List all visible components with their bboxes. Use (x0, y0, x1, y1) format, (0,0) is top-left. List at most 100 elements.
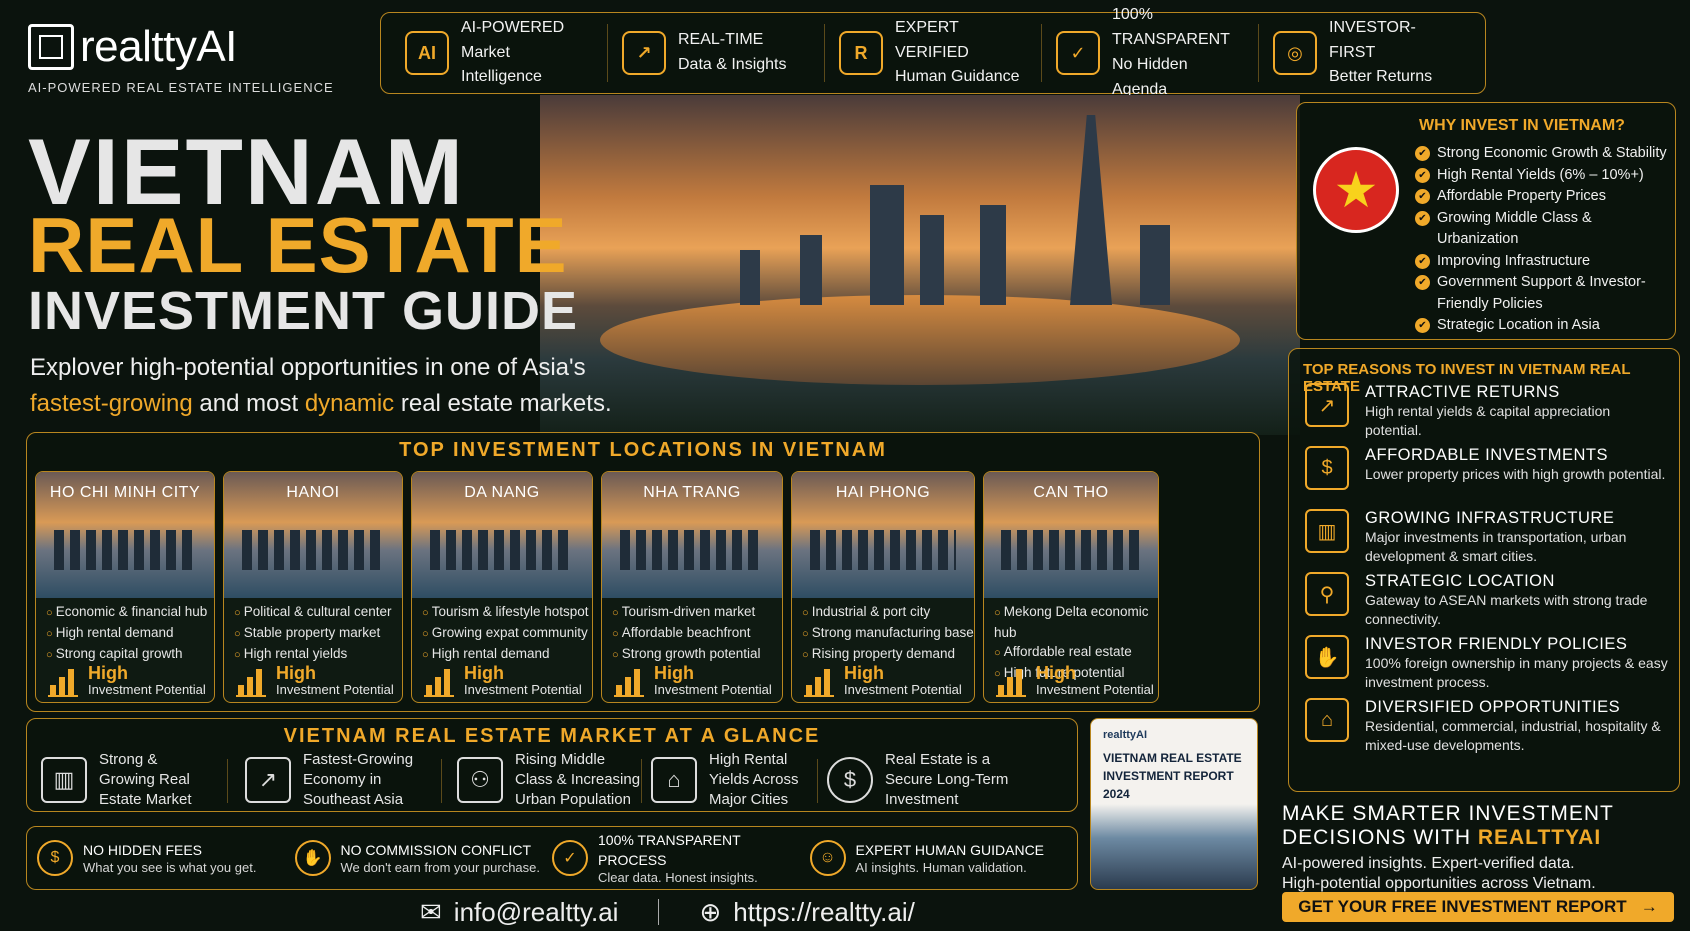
reason-head: STRATEGIC LOCATION (1365, 572, 1555, 590)
glance-item: ▥ Strong & Growing Real Estate Market (41, 751, 221, 808)
globe-icon: ⊕ (699, 896, 722, 927)
glance-title: VIETNAM REAL ESTATE MARKET AT A GLANCE (283, 725, 821, 747)
city-point: Industrial & port city (802, 602, 974, 623)
glance-panel: VIETNAM REAL ESTATE MARKET AT A GLANCE ▥… (26, 718, 1078, 812)
feature-subtitle: Market Intelligence (461, 43, 542, 86)
city-point: Tourism & lifestyle hotspot (422, 602, 589, 623)
city-point: Rising property demand (802, 644, 974, 665)
why-item: Strong Economic Growth & Stability (1415, 143, 1675, 165)
reason-head: INVESTOR FRIENDLY POLICIES (1365, 635, 1628, 653)
city-points: Economic & financial hubHigh rental dema… (46, 602, 208, 665)
shield-check-icon: ✓ (552, 840, 588, 876)
dollar-icon: $ (827, 757, 873, 803)
city-points: Tourism-driven marketAffordable beachfro… (612, 602, 761, 665)
buildings-icon: ▥ (1305, 509, 1349, 553)
growth-chart-icon (48, 667, 78, 697)
smart-subtext: AI-powered insights. Expert-verified dat… (1282, 855, 1596, 893)
house-icon: ⌂ (1305, 698, 1349, 742)
city-name: NHA TRANG (643, 484, 741, 501)
handshake-icon: ✋ (294, 840, 331, 876)
report-title: VIETNAM REAL ESTATE INVESTMENT REPORT 20… (1103, 751, 1242, 801)
potential: High Investment Potential (614, 664, 772, 697)
why-item: High Rental Yields (6% – 10%+) (1415, 165, 1675, 187)
ai-chip-icon (28, 24, 74, 70)
reason-desc: Gateway to ASEAN markets with strong tra… (1365, 592, 1648, 627)
city-name: CAN THO (1033, 484, 1109, 501)
title-investment-guide: INVESTMENT GUIDE (28, 281, 579, 341)
brand-tagline: AI-POWERED REAL ESTATE INTELLIGENCE (28, 80, 334, 95)
feature-subtitle: Better Returns (1329, 68, 1433, 86)
reason-head: AFFORDABLE INVESTMENTS (1365, 446, 1608, 464)
location-card[interactable]: HAI PHONG Industrial & port cityStrong ma… (791, 471, 975, 703)
ai-chip-icon: AI (405, 31, 449, 75)
city-point: Strong manufacturing base (802, 623, 974, 644)
location-card[interactable]: HANOI Political & cultural centerStable p… (223, 471, 403, 703)
feature-realtime: ↗ REAL-TIME Data & Insights (608, 24, 825, 82)
shield-check-icon: ✓ (1056, 31, 1100, 75)
city-point: Growing expat community (422, 623, 589, 644)
website-link[interactable]: https://realtty.ai/ (733, 897, 915, 928)
city-point: Political & cultural center (234, 602, 392, 623)
brand-name: realttyAI (80, 22, 237, 71)
feature-investor: ◎ INVESTOR-FIRST Better Returns (1259, 19, 1475, 85)
potential: High Investment Potential (804, 664, 962, 697)
potential: High Investment Potential (236, 664, 394, 697)
potential-label: Investment Potential (464, 682, 582, 697)
footer: ✉ info@realtty.ai ⊕ https://realtty.ai/ (420, 895, 1220, 929)
smart-decisions-block: MAKE SMARTER INVESTMENT DECISIONS WITH RE… (1282, 802, 1682, 892)
potential-label: Investment Potential (654, 682, 772, 697)
expert-icon: ☺ (809, 840, 846, 876)
reason-item: ▥ GROWING INFRASTRUCTURE Major investments… (1305, 509, 1669, 566)
locations-panel: TOP INVESTMENT LOCATIONS IN VIETNAM HO C… (26, 432, 1260, 712)
city-point: Affordable beachfront (612, 623, 761, 644)
potential: High Investment Potential (424, 664, 582, 697)
feature-subtitle: Data & Insights (678, 56, 787, 73)
reason-desc: 100% foreign ownership in many projects … (1365, 655, 1668, 690)
feature-expert: R EXPERT VERIFIED Human Guidance (825, 19, 1042, 85)
no-fees-icon: $ (37, 840, 73, 876)
feature-subtitle: Human Guidance (895, 68, 1020, 86)
logo: realttyAI (28, 22, 368, 72)
city-point: Strong capital growth (46, 644, 207, 665)
reason-item: ⌂ DIVERSIFIED OPPORTUNITIES Residential, c… (1305, 698, 1669, 755)
location-card[interactable]: CAN THO Mekong Delta economic hubAffordab… (983, 471, 1159, 703)
location-pin-icon: ⚲ (1305, 572, 1349, 616)
growth-chart-icon (236, 667, 266, 697)
vietnam-flag-icon: ★ (1313, 147, 1399, 233)
dollar-hand-icon: $ (1305, 446, 1349, 490)
city-name: HANOI (286, 484, 340, 501)
reason-head: ATTRACTIVE RETURNS (1365, 383, 1560, 401)
smart-headline: MAKE SMARTER INVESTMENT DECISIONS WITH RE… (1282, 802, 1614, 850)
why-invest-panel: ★ WHY INVEST IN VIETNAM? Strong Economic… (1296, 102, 1676, 340)
locations-title: TOP INVESTMENT LOCATIONS IN VIETNAM (399, 439, 887, 461)
growth-chart-icon (614, 667, 644, 697)
feature-title: EXPERT VERIFIED (895, 18, 969, 61)
house-icon: ⌂ (651, 757, 697, 803)
city-point: Stable property market (234, 623, 392, 644)
get-report-button[interactable]: GET YOUR FREE INVESTMENT REPORT → (1282, 892, 1674, 922)
growth-chart-icon (804, 667, 834, 697)
location-card[interactable]: HO CHI MINH CITY Economic & financial hub… (35, 471, 215, 703)
reason-desc: Major investments in transportation, urb… (1365, 529, 1627, 564)
location-card[interactable]: NHA TRANG Tourism-driven marketAffordable… (601, 471, 783, 703)
trust-item: $ NO HIDDEN FEES What you see is what you … (37, 840, 295, 876)
glance-item: ⚇ Rising Middle Class & Increasing Urban … (457, 751, 647, 808)
feature-title: 100% TRANSPARENT (1112, 6, 1230, 49)
why-list: Strong Economic Growth & StabilityHigh R… (1415, 143, 1675, 337)
trust-bar: $ NO HIDDEN FEES What you see is what you … (26, 826, 1078, 890)
reason-head: GROWING INFRASTRUCTURE (1365, 509, 1615, 527)
email-link[interactable]: info@realtty.ai (454, 897, 619, 928)
hero-subtitle: Explover high-potential opportunities in… (30, 354, 612, 417)
city-points: Political & cultural centerStable proper… (234, 602, 392, 665)
report-cover[interactable]: realttyAI VIETNAM REAL ESTATE INVESTMENT… (1090, 718, 1258, 890)
location-card[interactable]: DA NANG Tourism & lifestyle hotspotGrowin… (411, 471, 593, 703)
city-points: Industrial & port cityStrong manufacturi… (802, 602, 974, 665)
email-icon: ✉ (420, 896, 442, 927)
target-icon: ◎ (1273, 31, 1317, 75)
reason-desc: High rental yields & capital appreciatio… (1365, 403, 1611, 438)
growth-chart-icon: ↗ (1305, 383, 1349, 427)
potential-label: Investment Potential (276, 682, 394, 697)
expert-icon: R (839, 31, 883, 75)
city-name: DA NANG (464, 484, 540, 501)
title-real-estate: REAL ESTATE (28, 201, 568, 289)
